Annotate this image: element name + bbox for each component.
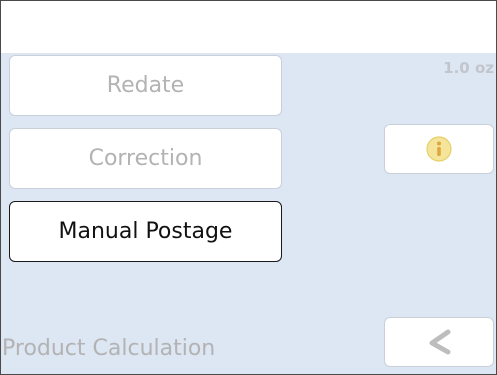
info-icon xyxy=(426,136,452,162)
content-area: Redate Correction Manual Postage 1.0 oz … xyxy=(1,53,496,374)
manual-postage-button[interactable]: Manual Postage xyxy=(9,201,282,262)
correction-button[interactable]: Correction xyxy=(9,128,282,189)
info-button[interactable] xyxy=(384,124,494,174)
screen: Redate Correction Manual Postage 1.0 oz … xyxy=(0,0,497,375)
back-button[interactable] xyxy=(384,317,494,367)
title-bar xyxy=(1,1,496,53)
product-calculation-label[interactable]: Product Calculation xyxy=(2,336,215,361)
back-arrow-icon xyxy=(429,329,451,355)
redate-button[interactable]: Redate xyxy=(9,55,282,116)
weight-readout: 1.0 oz xyxy=(443,59,494,77)
